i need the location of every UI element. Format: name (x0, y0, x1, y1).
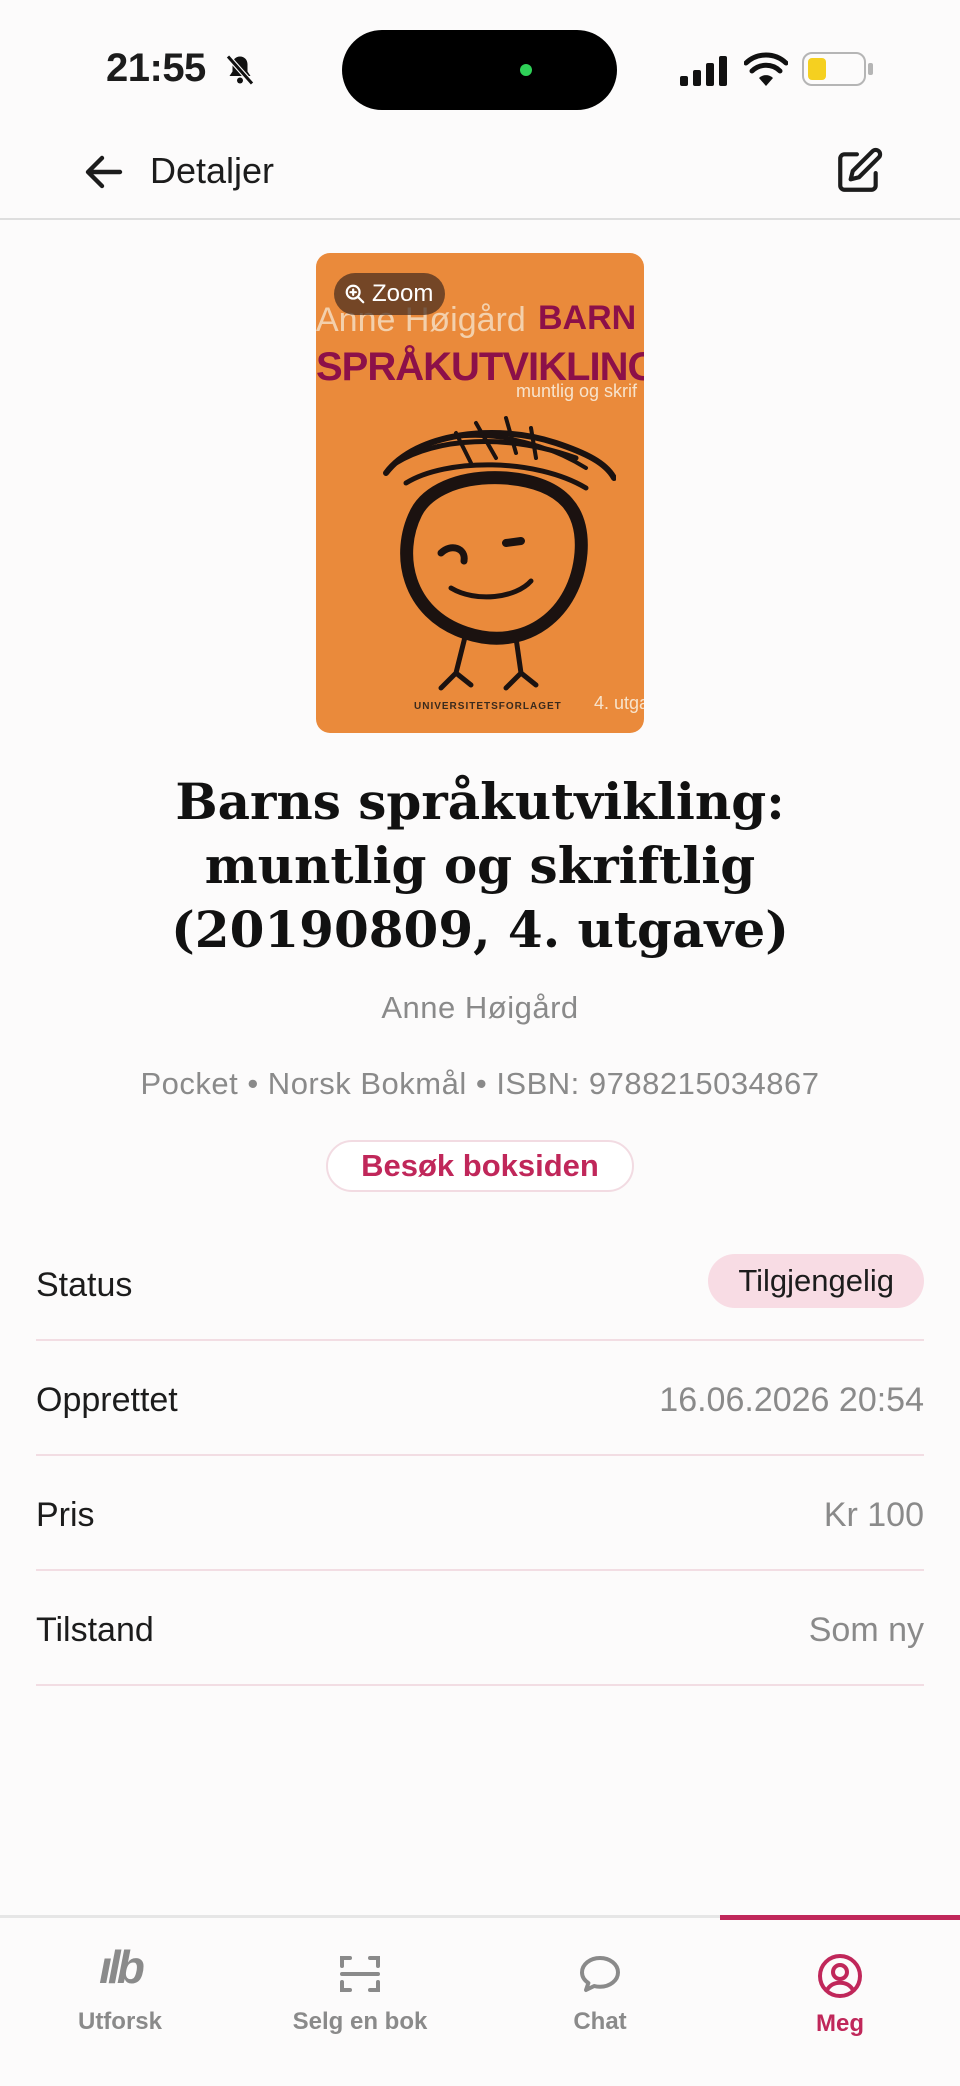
page-title: Detaljer (150, 150, 275, 191)
visit-book-page-button[interactable]: Besøk boksiden (326, 1140, 634, 1192)
book-author: Anne Høigård (381, 990, 579, 1025)
status-time: 21:55 (106, 46, 206, 90)
cover-publisher-text: UNIVERSITETSFORLAGET (414, 701, 562, 712)
battery-low-icon (802, 52, 873, 86)
zoom-in-icon (345, 284, 365, 304)
price-label: Pris (36, 1496, 95, 1534)
detail-row-created: Opprettet 16.06.2026 20:54 (36, 1341, 924, 1456)
book-title: Barns språkutvikling: muntlig og skriftl… (171, 772, 789, 959)
status-badge: Tilgjengelig (708, 1254, 924, 1308)
scan-icon (340, 1956, 380, 1992)
user-circle-icon (818, 1954, 862, 1998)
wifi-icon (744, 52, 788, 86)
signal-icon (680, 56, 727, 86)
cover-title-word: BARN (538, 299, 637, 337)
nav-chat[interactable]: Chat (480, 1918, 720, 2048)
nav-me[interactable]: Meg (720, 1915, 960, 2045)
status-bar: 21:55 (0, 0, 960, 130)
nav-explore-label: Utforsk (77, 2008, 162, 2035)
zoom-label: Zoom (372, 280, 434, 307)
condition-value: Som ny (808, 1611, 924, 1649)
cover-subtitle-text: muntlig og skrif (516, 381, 638, 401)
detail-row-price: Pris Kr 100 (36, 1456, 924, 1571)
book-meta: Pocket • Norsk Bokmål • ISBN: 9788215034… (140, 1066, 820, 1101)
created-label: Opprettet (36, 1381, 178, 1419)
status-label: Status (36, 1266, 133, 1304)
book-cover-image[interactable]: Anne Høigård BARN SPRÅKUTVIKLING muntlig… (316, 253, 644, 733)
price-value: Kr 100 (823, 1496, 924, 1534)
detail-row-status: Status Tilgjengelig (36, 1226, 924, 1341)
cover-edition-text: 4. utga (594, 693, 644, 713)
created-value: 16.06.2026 20:54 (659, 1381, 924, 1419)
nav-sell-label: Selg en bok (292, 2008, 428, 2035)
detail-row-condition: Tilstand Som ny (36, 1571, 924, 1686)
app-logo-icon: ılb (99, 1941, 145, 1993)
bottom-navigation: ılb Utforsk Selg en bok Chat Meg (0, 1915, 960, 2086)
nav-sell-book[interactable]: Selg en bok (240, 1918, 480, 2048)
condition-label: Tilstand (36, 1611, 154, 1649)
bell-slash-icon (226, 54, 254, 86)
zoom-button[interactable]: Zoom (334, 273, 446, 315)
edit-icon[interactable] (834, 146, 884, 196)
dynamic-island (342, 30, 617, 110)
nav-chat-label: Chat (573, 2008, 627, 2035)
top-app-bar: Detaljer (0, 130, 960, 220)
arrow-left-icon[interactable] (80, 148, 128, 196)
nav-explore[interactable]: ılb Utforsk (0, 1918, 240, 2048)
nav-me-label: Meg (816, 2010, 864, 2037)
chat-bubble-icon (580, 1956, 620, 1992)
camera-indicator-dot (520, 64, 532, 76)
child-drawing-illustration (383, 416, 616, 691)
